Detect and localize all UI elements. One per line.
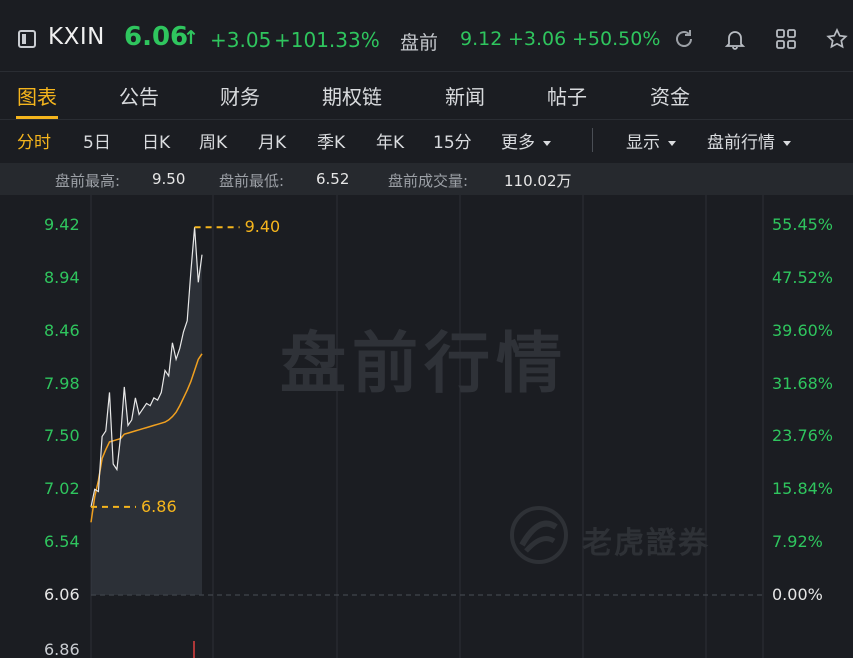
- y-axis-price-label: 8.46: [44, 320, 80, 340]
- watermark: 盘前行情: [280, 325, 568, 402]
- chevron-down-icon: [543, 140, 551, 146]
- price-change: +3.05: [210, 28, 272, 52]
- period-yearly-k[interactable]: 年K: [376, 128, 404, 153]
- display-label: 显示: [626, 133, 660, 153]
- premarket-volume-value: 110.02万: [504, 172, 572, 190]
- star-icon[interactable]: [826, 28, 848, 50]
- tab-capital-flow[interactable]: 资金: [650, 81, 690, 110]
- tab-chart[interactable]: 图表: [17, 81, 57, 110]
- display-dropdown[interactable]: 显示: [626, 128, 676, 153]
- premarket-quote-label: 盘前行情: [707, 133, 775, 153]
- up-arrow-icon: ↑: [183, 27, 199, 49]
- premarket-label: 盘前: [400, 32, 439, 54]
- y-axis-percent-label: 55.45%: [772, 215, 834, 234]
- quote-header: KXIN 6.06 ↑ +3.05 +101.33% 盘前 9.12 +3.06…: [0, 0, 853, 72]
- chevron-down-icon: [668, 140, 676, 146]
- y-axis-price-label: 6.54: [44, 532, 80, 552]
- brand-watermark: 老虎證券: [582, 526, 710, 561]
- y-axis-price-label: 6.06: [44, 585, 80, 604]
- y-axis-percent-label: 23.76%: [772, 426, 834, 446]
- premarket-change: +3.06: [508, 28, 567, 50]
- premarket-high-value: 9.50: [152, 170, 186, 188]
- tiger-logo-icon: [510, 506, 568, 564]
- premarket-high-label: 盘前最高:: [55, 172, 121, 190]
- tab-financials[interactable]: 财务: [220, 81, 260, 110]
- period-selector: 分时 5日 日K 周K 月K 季K 年K 15分 更多 显示 盘前行情: [0, 120, 853, 162]
- refresh-icon[interactable]: [673, 28, 695, 50]
- stock-symbol: KXIN: [48, 24, 105, 50]
- y-axis-price-label: 7.02: [44, 479, 80, 499]
- intraday-chart[interactable]: 盘前行情 老虎證券 9.42 8.94 8.46 7.98 7.50 7.02 6.54 6.…: [0, 195, 853, 658]
- period-intraday[interactable]: 分时: [17, 128, 51, 153]
- premarket-change-pct: +50.50%: [572, 28, 661, 50]
- premarket-stats-bar: 盘前最高: 9.50 盘前最低: 6.52 盘前成交量: 110.02万: [0, 163, 853, 195]
- more-periods-dropdown[interactable]: 更多: [501, 128, 551, 153]
- period-15min[interactable]: 15分: [433, 128, 472, 153]
- section-tabs: 图表 公告 财务 期权链 新闻 帖子 资金: [0, 72, 853, 120]
- last-price: 6.06: [124, 22, 189, 52]
- active-tab-indicator: [16, 116, 58, 119]
- y-axis-price-label: 7.98: [44, 373, 80, 393]
- premarket-quote-dropdown[interactable]: 盘前行情: [707, 128, 791, 153]
- y-axis-price-label: 9.42: [44, 215, 80, 234]
- period-monthly-k[interactable]: 月K: [258, 128, 286, 153]
- period-quarterly-k[interactable]: 季K: [317, 128, 345, 153]
- chevron-down-icon: [783, 140, 791, 146]
- low-marker-label: 6.86: [141, 496, 177, 516]
- high-marker-label: 9.40: [244, 217, 281, 237]
- period-5day[interactable]: 5日: [83, 128, 111, 153]
- divider: [592, 128, 593, 152]
- lower-axis-label: 6.86: [44, 640, 80, 658]
- more-periods-label: 更多: [501, 133, 535, 153]
- price-change-pct: +101.33%: [274, 28, 380, 52]
- tab-news[interactable]: 新闻: [445, 81, 485, 110]
- premarket-volume-label: 盘前成交量:: [388, 172, 469, 190]
- y-axis-percent-label: 15.84%: [772, 479, 834, 499]
- tab-options-chain[interactable]: 期权链: [322, 81, 382, 110]
- bell-icon[interactable]: [724, 28, 746, 50]
- period-daily-k[interactable]: 日K: [142, 128, 170, 153]
- y-axis-price-label: 8.94: [44, 267, 80, 287]
- period-weekly-k[interactable]: 周K: [199, 128, 227, 153]
- premarket-low-value: 6.52: [316, 170, 350, 188]
- y-axis-percent-label: 0.00%: [772, 585, 823, 604]
- premarket-price: 9.12: [460, 28, 503, 50]
- y-axis-percent-label: 31.68%: [772, 373, 834, 393]
- grid-icon[interactable]: [775, 28, 797, 50]
- y-axis-percent-label: 39.60%: [772, 320, 834, 340]
- premarket-low-label: 盘前最低:: [219, 172, 285, 190]
- sidebar-toggle-icon[interactable]: [18, 30, 36, 48]
- y-axis-percent-label: 47.52%: [772, 267, 834, 287]
- y-axis-price-label: 7.50: [44, 426, 80, 446]
- y-axis-percent-label: 7.92%: [772, 532, 823, 552]
- tab-announcements[interactable]: 公告: [119, 81, 159, 110]
- chart-canvas[interactable]: [0, 195, 853, 658]
- tab-posts[interactable]: 帖子: [547, 81, 587, 110]
